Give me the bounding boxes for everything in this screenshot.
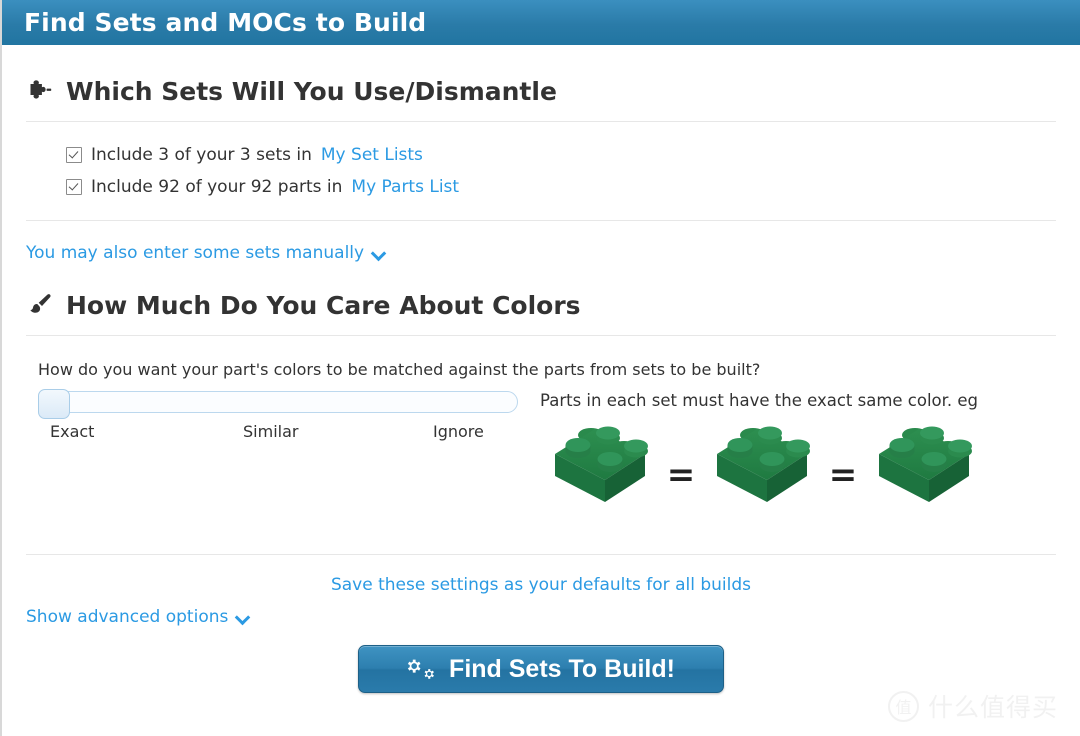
cta-row: Find Sets To Build! [26, 645, 1056, 694]
paintbrush-icon [26, 291, 54, 319]
divider-above-manual-entry [26, 220, 1056, 222]
color-match-slider-handle[interactable] [38, 389, 70, 420]
page-content: Which Sets Will You Use/Dismantle Includ… [2, 77, 1080, 694]
color-match-slider-labels: Exact Similar Ignore [38, 422, 518, 441]
watermark-badge: 值 [887, 690, 919, 722]
divider-above-footer [26, 554, 1056, 556]
option-include-parts[interactable]: Include 92 of your 92 parts in My Parts … [66, 176, 1056, 198]
sets-options-list: Include 3 of your 3 sets in My Set Lists… [26, 122, 1056, 198]
color-match-example: Parts in each set must have the exact sa… [518, 391, 1056, 510]
slider-label-similar: Similar [243, 422, 299, 442]
equals-icon-1: = [666, 455, 696, 496]
option-include-sets-label: Include 3 of your 3 sets in [91, 145, 312, 165]
green-2x2-brick-icon [555, 426, 648, 503]
manual-sets-toggle[interactable]: You may also enter some sets manually [26, 243, 385, 263]
brick-slot-1 [540, 418, 660, 510]
my-parts-list-link[interactable]: My Parts List [351, 176, 459, 198]
find-sets-to-build-button[interactable]: Find Sets To Build! [358, 645, 724, 694]
brick-slot-2 [702, 418, 822, 510]
advanced-options-toggle[interactable]: Show advanced options [26, 607, 249, 627]
chevron-down-icon [236, 611, 249, 624]
color-match-example-text: Parts in each set must have the exact sa… [540, 391, 979, 411]
puzzle-piece-icon [26, 77, 54, 105]
sets-section-header: Which Sets Will You Use/Dismantle [26, 77, 1056, 107]
page-panel: Find Sets and MOCs to Build Which Sets W… [0, 0, 1080, 736]
cogs-icon [407, 656, 437, 682]
colors-section-title: How Much Do You Care About Colors [66, 290, 581, 320]
save-defaults-row: Save these settings as your defaults for… [26, 575, 1056, 595]
sets-section-title: Which Sets Will You Use/Dismantle [66, 76, 557, 106]
green-2x2-brick-icon [717, 426, 810, 503]
find-sets-to-build-label: Find Sets To Build! [449, 654, 675, 683]
advanced-options-toggle-label: Show advanced options [26, 607, 229, 628]
example-brick-row: = = [540, 418, 1056, 510]
checkbox-include-parts[interactable] [66, 179, 82, 196]
slider-label-exact: Exact [50, 422, 95, 442]
colors-controls-row: Exact Similar Ignore Parts in each set m… [26, 389, 1056, 510]
brick-slot-3 [864, 418, 984, 510]
color-match-slider-group: Exact Similar Ignore [38, 389, 518, 510]
divider-under-colors-heading [26, 335, 1056, 337]
watermark-text: 什么值得买 [927, 693, 1058, 722]
equals-icon-2: = [828, 455, 858, 496]
option-include-parts-label: Include 92 of your 92 parts in [91, 177, 343, 198]
colors-question: How do you want your part's colors to be… [38, 360, 761, 380]
page-titlebar: Find Sets and MOCs to Build [2, 0, 1080, 45]
slider-label-ignore: Ignore [433, 422, 484, 442]
option-include-sets[interactable]: Include 3 of your 3 sets in My Set Lists [66, 144, 1056, 166]
my-set-lists-link[interactable]: My Set Lists [321, 144, 423, 166]
page-title: Find Sets and MOCs to Build [24, 8, 427, 37]
save-defaults-link[interactable]: Save these settings as your defaults for… [331, 575, 751, 595]
checkbox-include-sets[interactable] [66, 147, 82, 164]
chevron-down-icon [372, 247, 385, 260]
color-match-slider[interactable] [38, 389, 518, 420]
watermark: 值 什么值得买 [887, 688, 1058, 724]
colors-section-header: How Much Do You Care About Colors [26, 291, 1056, 321]
manual-sets-toggle-label: You may also enter some sets manually [26, 243, 365, 264]
green-2x2-brick-icon [879, 426, 972, 503]
